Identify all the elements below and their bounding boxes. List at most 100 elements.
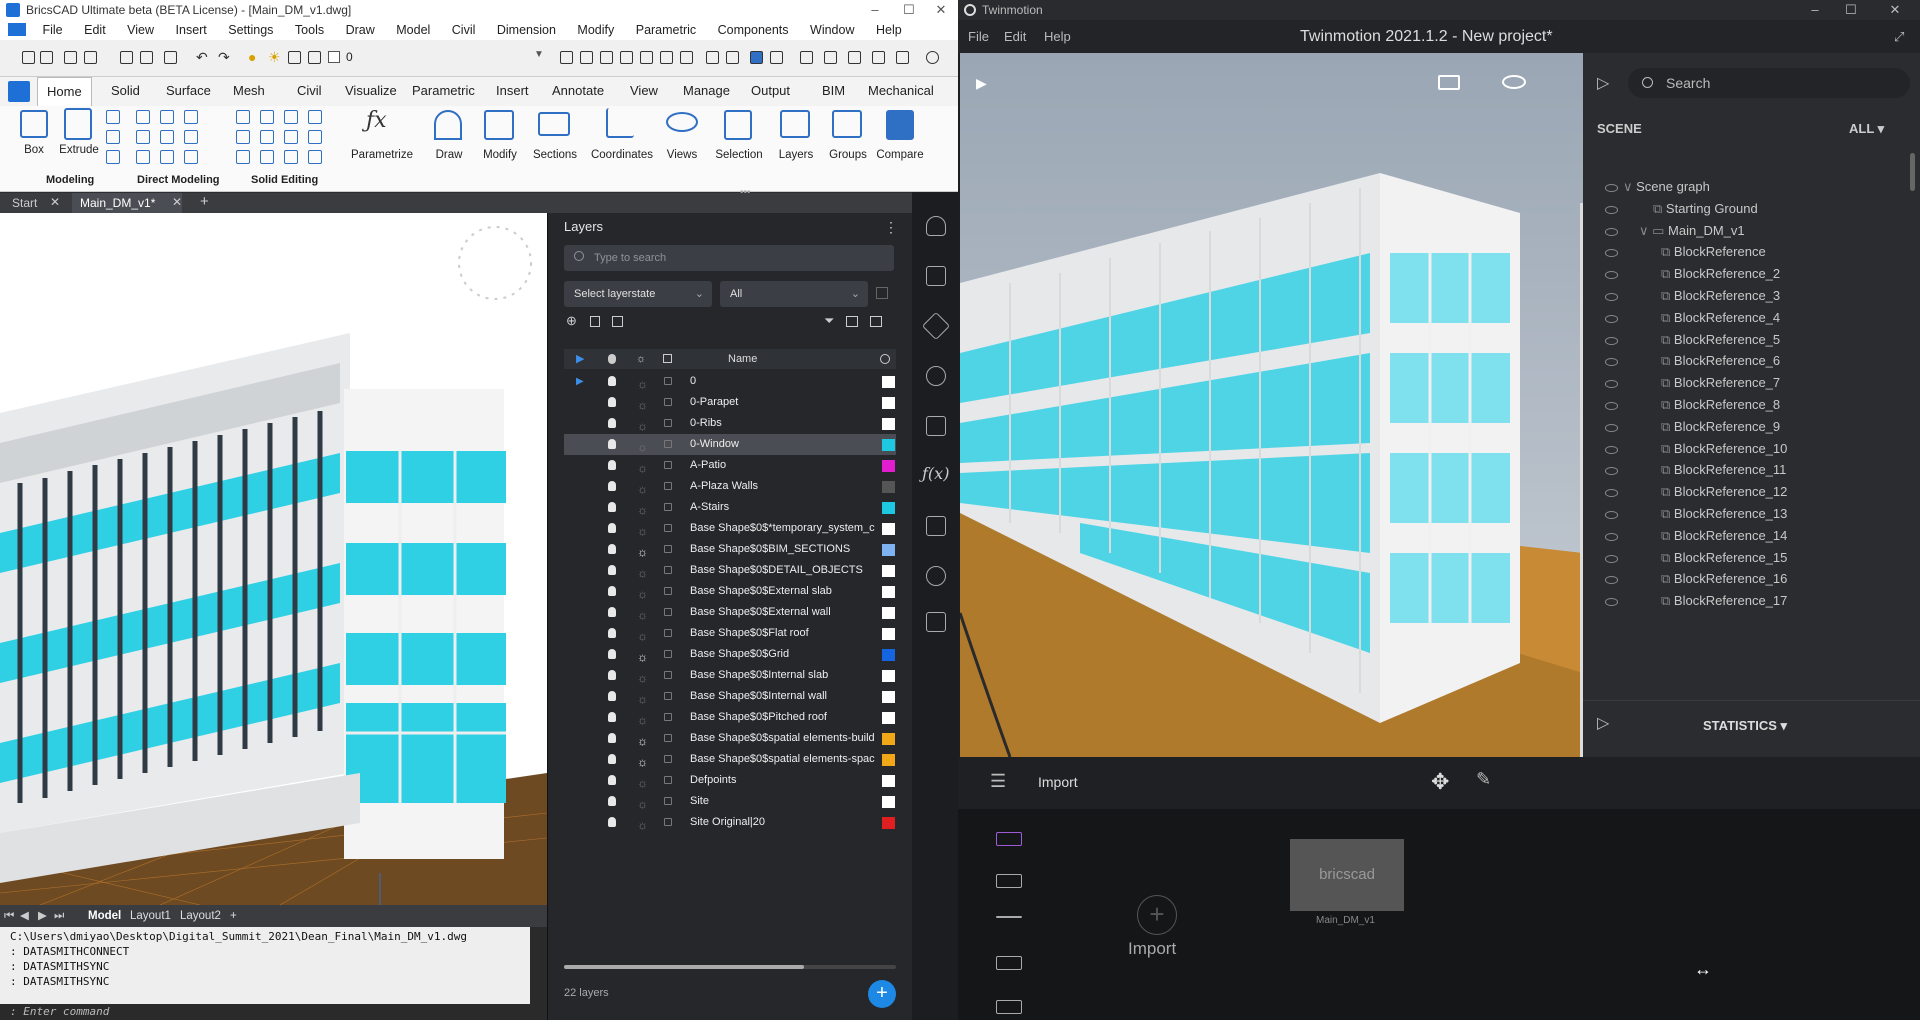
tab-surface[interactable]: Surface — [166, 83, 211, 98]
help-icon[interactable] — [926, 51, 939, 64]
layer-row[interactable]: ☼ 0-Ribs — [564, 413, 896, 434]
layer-lock-icon[interactable] — [664, 377, 672, 385]
scene-scrollbar[interactable] — [1910, 153, 1915, 191]
modify-icon[interactable] — [484, 110, 514, 140]
draw-icon[interactable] — [434, 110, 462, 140]
block-reference-item[interactable]: ⧉ BlockReference_9 — [1661, 419, 1780, 435]
layer-lock-icon[interactable] — [664, 587, 672, 595]
solid-edit-icon[interactable] — [284, 110, 298, 124]
layer-on-bulb-icon[interactable] — [608, 817, 616, 827]
settings-icon[interactable] — [848, 51, 861, 64]
tm-menu-edit[interactable]: Edit — [1004, 20, 1026, 53]
layer-row[interactable]: ☼ Base Shape$0$spatial elements-build — [564, 728, 896, 749]
block-reference-item[interactable]: ⧉ BlockReference_7 — [1661, 375, 1780, 391]
extrude-icon[interactable] — [64, 108, 92, 140]
visibility-eye-icon[interactable] — [1605, 467, 1618, 476]
layer-on-bulb-icon[interactable] — [608, 775, 616, 785]
layer-lock-icon[interactable] — [664, 713, 672, 721]
tab-main-dm-v1[interactable]: Main_DM_v1* — [72, 193, 182, 213]
move-tool-icon[interactable]: ✥ — [1431, 769, 1449, 795]
layer-dropdown-chevron-icon[interactable]: ▼ — [534, 49, 544, 60]
layer-table-icon[interactable] — [870, 316, 882, 327]
visibility-eye-icon[interactable] — [1605, 423, 1618, 432]
layer-on-bulb-icon[interactable] — [608, 586, 616, 596]
block-reference-item[interactable]: ⧉ BlockReference_10 — [1661, 441, 1787, 457]
layer-row[interactable]: ☼ A-Plaza Walls — [564, 476, 896, 497]
solid-edit-icon[interactable] — [308, 110, 322, 124]
sections-button[interactable]: Sections — [528, 149, 582, 161]
layer-on-bulb-icon[interactable] — [608, 418, 616, 428]
direct-modeling-icon[interactable] — [136, 150, 150, 164]
layer-row[interactable]: ☼ Base Shape$0$Grid — [564, 644, 896, 665]
block-reference-item[interactable]: ⧉ BlockReference_13 — [1661, 506, 1787, 522]
add-layout-icon[interactable]: + — [230, 905, 237, 927]
layer-color-swatch[interactable] — [882, 544, 895, 556]
scene-graph-root[interactable]: ∨ Scene graph — [1623, 179, 1710, 195]
visibility-eye-icon[interactable] — [1502, 75, 1526, 89]
layer-on-bulb-icon[interactable] — [608, 649, 616, 659]
layer-stack-icon[interactable] — [846, 316, 858, 327]
visibility-eye-icon[interactable] — [1605, 489, 1618, 498]
layer-row[interactable]: ☼ Base Shape$0$spatial elements-spac — [564, 749, 896, 770]
modify-button[interactable]: Modify — [476, 149, 524, 161]
layer-on-bulb-icon[interactable] — [608, 754, 616, 764]
merge-layer-icon[interactable] — [612, 316, 623, 327]
layer-row[interactable]: ☼ Base Shape$0$Internal slab — [564, 665, 896, 686]
extrude-button[interactable]: Extrude — [56, 144, 102, 156]
layer-row[interactable]: ☼ Defpoints — [564, 770, 896, 791]
groups-button[interactable]: Groups — [826, 149, 870, 161]
fullscreen-icon[interactable]: ⤢ — [1894, 20, 1904, 53]
direct-modeling-icon[interactable] — [184, 110, 198, 124]
tm-menu-help[interactable]: Help — [1044, 20, 1071, 53]
visibility-eye-icon[interactable] — [1605, 336, 1618, 345]
layer-color-swatch[interactable] — [882, 607, 895, 619]
visibility-eye-icon[interactable] — [1605, 293, 1618, 301]
tab-manage[interactable]: Manage — [683, 83, 730, 98]
solid-edit-icon[interactable] — [284, 150, 298, 164]
visibility-eye-icon[interactable] — [1605, 271, 1618, 280]
layer-color-swatch[interactable] — [882, 397, 895, 409]
layer-row[interactable]: ☼ A-Patio — [564, 455, 896, 476]
visibility-eye-icon[interactable] — [1605, 227, 1618, 236]
selection-icon[interactable] — [724, 110, 752, 140]
layout-toggle-icon[interactable] — [1438, 75, 1460, 90]
visibility-eye-icon[interactable] — [1605, 184, 1618, 192]
layer-on-bulb-icon[interactable] — [608, 523, 616, 533]
menu-file[interactable]: File — [33, 20, 71, 40]
block-reference-item[interactable]: ⧉ BlockReference_11 — [1661, 462, 1786, 478]
layer-row[interactable]: ☼ Base Shape$0$Internal wall — [564, 686, 896, 707]
layer-on-bulb-icon[interactable] — [608, 376, 616, 386]
layer-color-swatch[interactable] — [882, 817, 895, 829]
block-reference-item[interactable]: ⧉ BlockReference_3 — [1661, 288, 1780, 304]
layer-on-bulb-icon[interactable] — [608, 481, 616, 491]
scrollbar-thumb[interactable] — [564, 965, 804, 969]
visibility-eye-icon[interactable] — [1605, 358, 1618, 367]
structure-tree-icon[interactable] — [926, 516, 946, 536]
menu-model[interactable]: Model — [387, 20, 439, 40]
save-icon[interactable] — [64, 51, 77, 64]
open-file-icon[interactable] — [40, 51, 53, 64]
context-tab-icon[interactable] — [996, 874, 1022, 888]
close-button[interactable]: ✕ — [924, 0, 958, 20]
panel-icon-2[interactable] — [824, 51, 837, 64]
app-menu-button[interactable] — [8, 81, 30, 102]
statistics-dropdown[interactable]: STATISTICS ▾ — [1703, 718, 1787, 734]
tool-icon-3[interactable] — [600, 51, 613, 64]
export-tab-icon[interactable] — [996, 1000, 1022, 1014]
layer-lock-icon[interactable] — [288, 51, 301, 64]
views-button[interactable]: Views — [662, 149, 702, 161]
compare-icon[interactable] — [886, 110, 914, 140]
redo-icon[interactable]: ↷ — [218, 49, 230, 66]
layer-row[interactable]: ☼ Base Shape$0$BIM_SECTIONS — [564, 539, 896, 560]
layer-color-swatch[interactable] — [882, 376, 895, 388]
coordinates-icon[interactable] — [606, 108, 634, 138]
layer-settings-icon[interactable] — [876, 287, 888, 299]
layer-color-swatch[interactable] — [882, 565, 895, 577]
solid-edit-icon[interactable] — [308, 150, 322, 164]
draw-button[interactable]: Draw — [428, 149, 470, 161]
layer-row[interactable]: ☼ Base Shape$0$*temporary_system_c — [564, 518, 896, 539]
expand-row-icon[interactable]: ▶ — [576, 371, 584, 392]
block-reference-item[interactable]: ⧉ BlockReference_4 — [1661, 310, 1780, 326]
layer-on-bulb-icon[interactable] — [608, 460, 616, 470]
layer-on-bulb-icon[interactable] — [608, 733, 616, 743]
